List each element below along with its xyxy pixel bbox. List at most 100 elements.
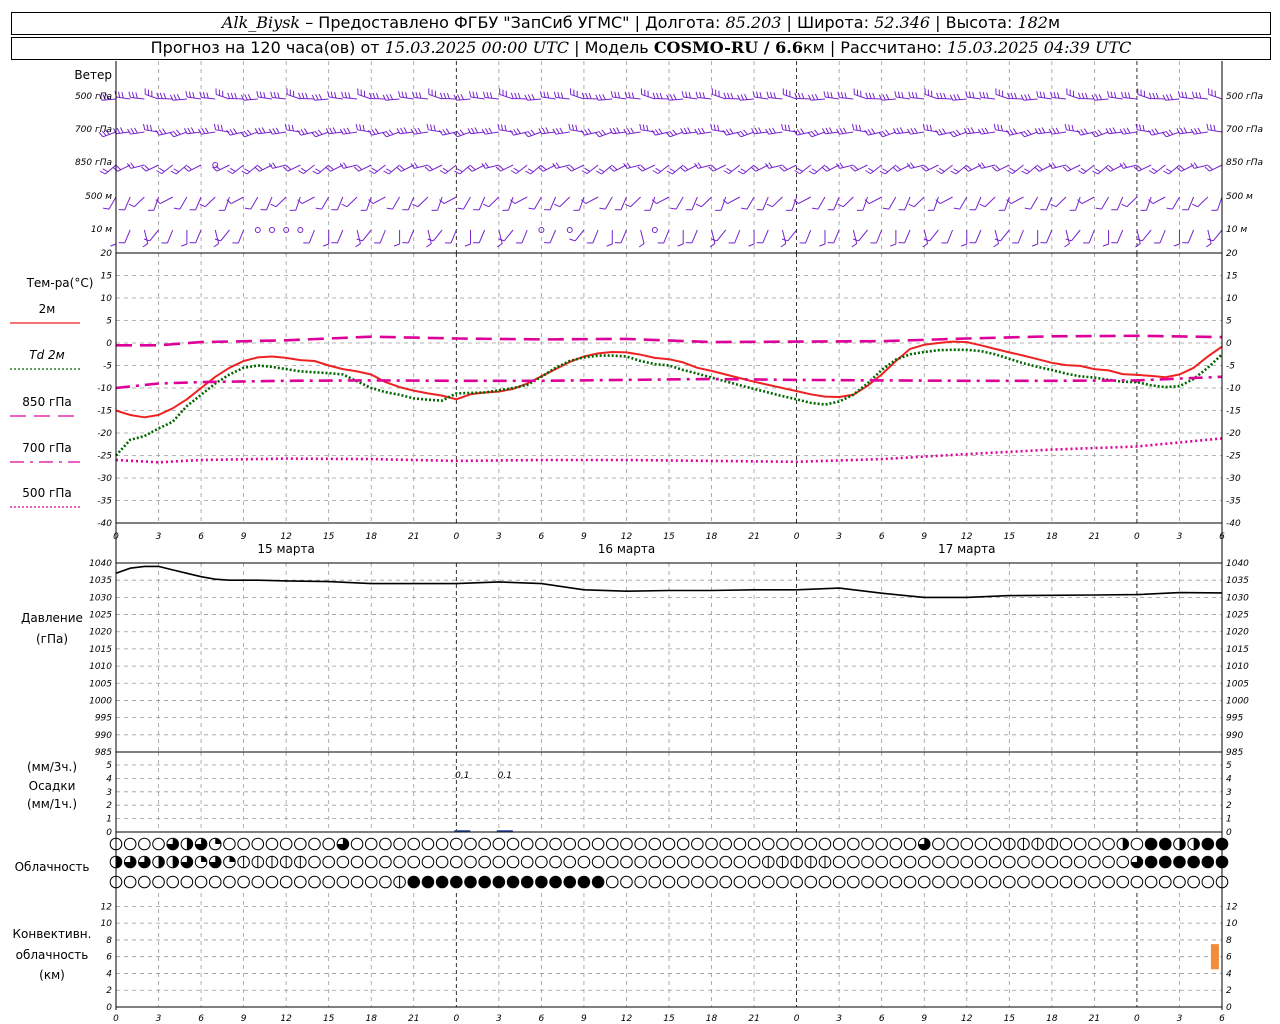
cloud-circle [421, 855, 435, 869]
wind-barb [640, 88, 655, 100]
wind-barb [685, 196, 698, 211]
cloud-circle [889, 855, 903, 869]
barb-shaft [675, 196, 684, 210]
barb-flag [298, 92, 301, 99]
pressure-tick-left: 990 [95, 731, 112, 741]
barb-flag [343, 162, 348, 168]
barb-flag [588, 92, 592, 99]
hour-label-bottom: 12 [961, 1014, 973, 1024]
barb-flag [754, 127, 759, 134]
cloud-symbol [790, 855, 803, 869]
barb-flag [322, 243, 329, 247]
precip-tick-right: 1 [1226, 815, 1232, 825]
barb-flag [594, 131, 600, 138]
barb-flag [348, 92, 351, 99]
cloud-symbol [719, 837, 733, 851]
cloud-circle [478, 855, 491, 869]
barb-shaft [762, 196, 769, 211]
cloud-symbol [152, 837, 165, 851]
barb-flag [656, 92, 659, 99]
barb-flag [830, 92, 833, 99]
cloud-circle [563, 855, 577, 869]
wind-barb [483, 196, 500, 208]
temp-tick-right: -15 [1226, 407, 1241, 417]
hour-label-mid: 3 [1177, 532, 1183, 542]
barb-flag [1024, 207, 1031, 210]
wind-barb [1077, 164, 1095, 175]
barb-shaft [1010, 196, 1024, 205]
wind-barb [426, 229, 432, 248]
wind-barb [227, 164, 244, 175]
wind-barb [424, 164, 443, 172]
barb-shaft [478, 196, 486, 211]
wind-barb [331, 196, 344, 211]
barb-flag [839, 162, 844, 168]
barb-flag [895, 165, 902, 171]
pressure-title: Давление [21, 611, 83, 625]
wind-barb [680, 164, 698, 172]
barb-shaft [124, 196, 131, 211]
cloud-symbol [223, 837, 236, 851]
cloud-circle [350, 837, 364, 851]
cloud-symbol [450, 875, 463, 889]
wind-barb [270, 91, 287, 100]
barb-flag [652, 92, 656, 99]
wind-barb [199, 91, 216, 100]
pressure-tick-right: 985 [1226, 748, 1243, 758]
barb-flag [979, 203, 986, 208]
temp-tick-left: 20 [101, 249, 113, 259]
cloud-circle [506, 837, 520, 851]
wind-barb [1163, 164, 1180, 175]
barb-flag [598, 94, 603, 101]
temp-tick-left: -5 [103, 362, 112, 372]
barb-flag [527, 130, 532, 136]
cloud-circle [577, 855, 591, 869]
cloud-symbol [1201, 855, 1215, 869]
barb-flag [343, 128, 348, 134]
barb-flag [612, 127, 617, 134]
wind-barb [807, 93, 826, 101]
barb-shaft [1026, 164, 1038, 175]
barb-shaft [514, 196, 528, 205]
barb-shaft [604, 196, 613, 210]
barb-flag [966, 165, 972, 171]
barb-flag [819, 243, 826, 247]
wind-barb [748, 230, 755, 247]
barb-flag [227, 92, 231, 99]
wind-barb [544, 196, 557, 211]
wind-barb [908, 91, 925, 100]
barb-flag [509, 129, 514, 136]
barb-flag [1113, 92, 1117, 99]
barb-flag [430, 124, 433, 131]
barb-flag [359, 124, 362, 131]
barb-flag [510, 92, 514, 99]
barb-flag [1197, 127, 1202, 134]
barb-flag [769, 91, 773, 99]
wind-barb [1208, 88, 1223, 100]
barb-flag [329, 127, 333, 134]
hour-label-mid: 9 [241, 532, 247, 542]
barb-flag [717, 124, 720, 132]
cloud-circle [364, 875, 378, 889]
hour-label-mid: 21 [748, 532, 759, 542]
cloud-symbol [421, 875, 435, 889]
cloud-circle [1059, 837, 1073, 851]
wind-barb [1092, 164, 1109, 175]
barb-shaft [716, 229, 727, 242]
cloud-symbol [974, 855, 988, 869]
cloud-full [535, 876, 548, 888]
cloud-circle [1116, 875, 1130, 889]
barb-flag [780, 243, 787, 248]
barb-flag [566, 166, 572, 172]
barb-flag [772, 127, 776, 134]
barb-shaft [1081, 196, 1095, 205]
barb-flag [467, 166, 473, 172]
cloud-symbol [407, 837, 421, 851]
temp-tick-right: -25 [1226, 452, 1241, 462]
cloud-circle [180, 875, 194, 889]
cloud-circle [662, 875, 676, 889]
cloud-symbol [393, 855, 406, 869]
cloud-symbol [761, 875, 775, 889]
barb-flag [685, 91, 688, 98]
hour-label-bottom: 9 [241, 1014, 247, 1024]
